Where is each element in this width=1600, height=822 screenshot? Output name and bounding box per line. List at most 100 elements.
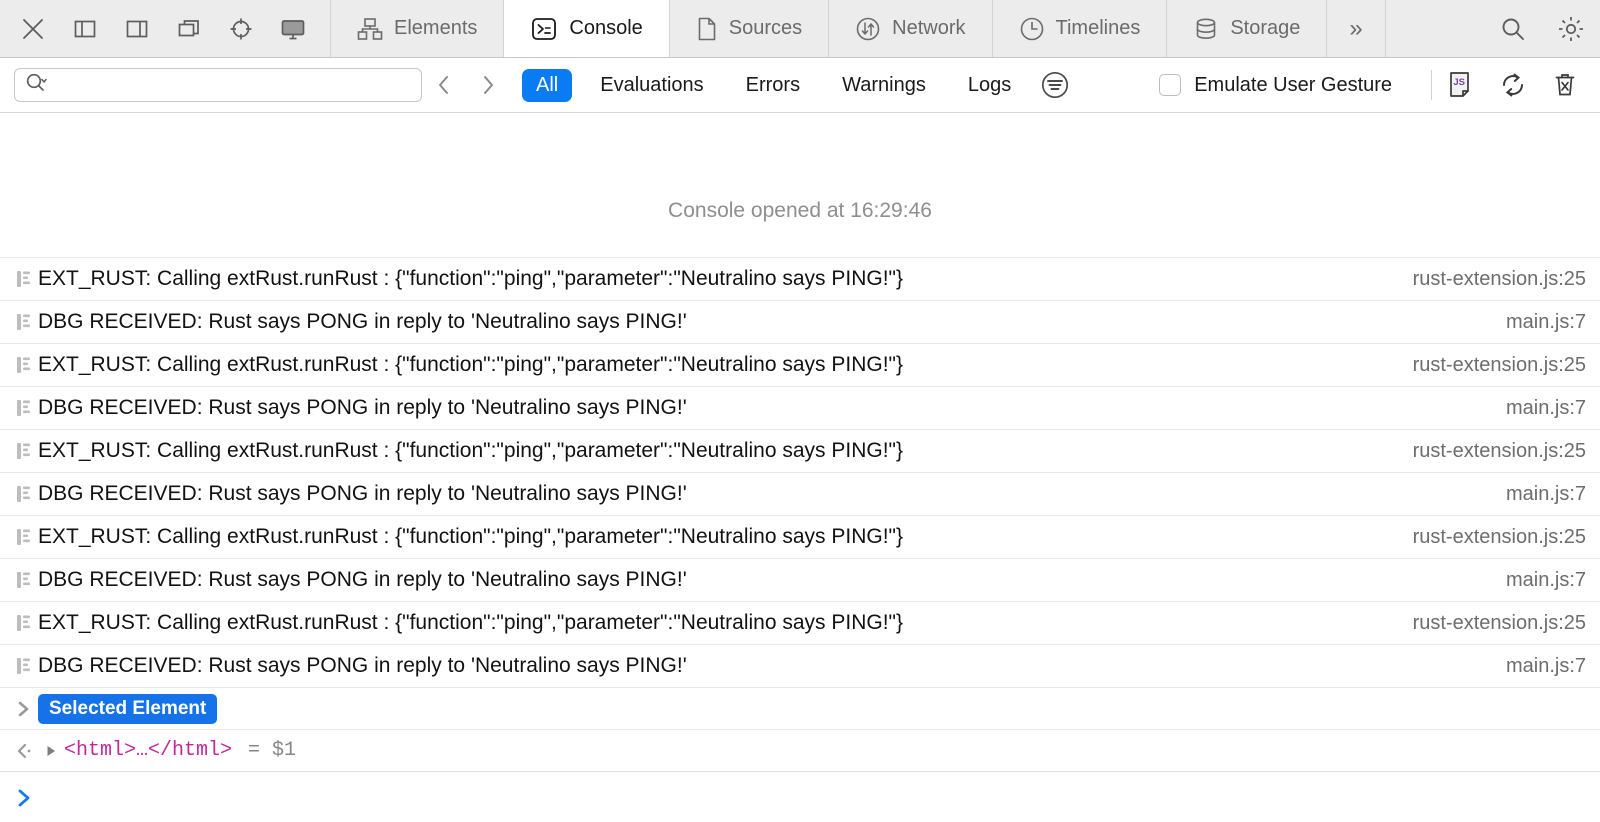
filter-evaluations[interactable]: Evaluations bbox=[586, 69, 717, 102]
log-entry-icon bbox=[10, 269, 38, 289]
console-message-source-link[interactable]: rust-extension.js:25 bbox=[1393, 268, 1586, 291]
svg-text:JS: JS bbox=[1453, 77, 1465, 88]
tab-sources-label: Sources bbox=[728, 17, 803, 39]
search-next-button[interactable] bbox=[466, 63, 510, 107]
search-prev-button[interactable] bbox=[422, 63, 466, 107]
preserve-log-icon[interactable] bbox=[1498, 70, 1528, 100]
console-message-text: EXT_RUST: Calling extRust.runRust : {"fu… bbox=[38, 525, 903, 548]
console-message-row[interactable]: DBG RECEIVED: Rust says PONG in reply to… bbox=[0, 386, 1600, 429]
tabs-overflow-button[interactable]: » bbox=[1327, 0, 1386, 57]
console-message-text: EXT_RUST: Calling extRust.runRust : {"fu… bbox=[38, 439, 903, 462]
tab-network-label: Network bbox=[892, 17, 966, 39]
log-entry-icon bbox=[10, 441, 38, 461]
tab-timelines-label: Timelines bbox=[1055, 17, 1141, 39]
tab-console[interactable]: Console bbox=[504, 0, 670, 57]
log-level-filters: All Evaluations Errors Warnings Logs bbox=[520, 68, 1027, 102]
result-html-node[interactable]: <html>…</html> bbox=[64, 739, 232, 762]
search-icon bbox=[25, 72, 49, 99]
dock-left-icon[interactable] bbox=[70, 14, 100, 44]
disclosure-triangle-icon[interactable] bbox=[38, 743, 64, 759]
console-message-source-link[interactable]: main.js:7 bbox=[1486, 569, 1586, 592]
log-entry-icon bbox=[10, 484, 38, 504]
console-message-text: DBG RECEIVED: Rust says PONG in reply to… bbox=[38, 482, 687, 505]
inspect-element-icon[interactable] bbox=[226, 14, 256, 44]
console-message-text: EXT_RUST: Calling extRust.runRust : {"fu… bbox=[38, 611, 903, 634]
tab-storage-label: Storage bbox=[1230, 17, 1301, 39]
console-message-text: DBG RECEIVED: Rust says PONG in reply to… bbox=[38, 396, 687, 419]
console-message-text: EXT_RUST: Calling extRust.runRust : {"fu… bbox=[38, 353, 903, 376]
filter-errors[interactable]: Errors bbox=[732, 69, 814, 102]
console-message-row[interactable]: DBG RECEIVED: Rust says PONG in reply to… bbox=[0, 644, 1600, 687]
chevron-right-icon[interactable] bbox=[10, 699, 38, 719]
tab-elements[interactable]: Elements bbox=[331, 0, 505, 57]
console-actions: JS bbox=[1446, 70, 1586, 100]
tab-storage[interactable]: Storage bbox=[1167, 0, 1328, 57]
gear-icon[interactable] bbox=[1542, 0, 1600, 58]
evaluation-result-icon bbox=[10, 741, 38, 761]
prompt-chevron-icon bbox=[10, 787, 38, 809]
console-message-row[interactable]: EXT_RUST: Calling extRust.runRust : {"fu… bbox=[0, 343, 1600, 386]
console-message-row[interactable]: DBG RECEIVED: Rust says PONG in reply to… bbox=[0, 472, 1600, 515]
emulate-user-gesture-toggle[interactable]: Emulate User Gesture bbox=[1159, 74, 1392, 97]
console-message-source-link[interactable]: rust-extension.js:25 bbox=[1393, 354, 1586, 377]
toolbar-divider bbox=[1431, 70, 1432, 100]
console-message-source-link[interactable]: main.js:7 bbox=[1486, 397, 1586, 420]
log-entry-icon bbox=[10, 570, 38, 590]
console-message-source-link[interactable]: main.js:7 bbox=[1486, 311, 1586, 334]
emulate-user-gesture-label: Emulate User Gesture bbox=[1194, 73, 1393, 96]
dock-right-icon[interactable] bbox=[122, 14, 152, 44]
console-message-row[interactable]: DBG RECEIVED: Rust says PONG in reply to… bbox=[0, 300, 1600, 343]
result-variable-binding: = $1 bbox=[248, 739, 297, 762]
search-icon[interactable] bbox=[1484, 0, 1542, 58]
elements-icon bbox=[357, 17, 383, 41]
dock-window-icon[interactable] bbox=[174, 14, 204, 44]
console-message-source-link[interactable]: rust-extension.js:25 bbox=[1393, 526, 1586, 549]
log-entry-icon bbox=[10, 398, 38, 418]
console-message-row[interactable]: EXT_RUST: Calling extRust.runRust : {"fu… bbox=[0, 257, 1600, 300]
console-filter-bar: All Evaluations Errors Warnings Logs Emu… bbox=[0, 58, 1600, 113]
log-entry-icon bbox=[10, 527, 38, 547]
console-message-source-link[interactable]: rust-extension.js:25 bbox=[1393, 440, 1586, 463]
console-icon bbox=[530, 16, 558, 42]
tab-sources[interactable]: Sources bbox=[670, 0, 830, 57]
tab-elements-label: Elements bbox=[394, 17, 478, 39]
filter-logs[interactable]: Logs bbox=[954, 69, 1025, 102]
tab-console-label: Console bbox=[569, 17, 643, 39]
console-message-row[interactable]: EXT_RUST: Calling extRust.runRust : {"fu… bbox=[0, 429, 1600, 472]
console-message-row[interactable]: DBG RECEIVED: Rust says PONG in reply to… bbox=[0, 558, 1600, 601]
network-icon bbox=[855, 16, 881, 42]
chevron-double-right-icon: » bbox=[1349, 14, 1363, 42]
console-message-text: DBG RECEIVED: Rust says PONG in reply to… bbox=[38, 310, 687, 333]
tab-timelines[interactable]: Timelines bbox=[993, 0, 1168, 57]
console-message-row[interactable]: EXT_RUST: Calling extRust.runRust : {"fu… bbox=[0, 601, 1600, 644]
inspector-tabs: Elements Console Sources Network Timelin bbox=[331, 0, 1484, 57]
close-icon[interactable] bbox=[18, 14, 48, 44]
console-message-text: EXT_RUST: Calling extRust.runRust : {"fu… bbox=[38, 267, 903, 290]
console-message-source-link[interactable]: main.js:7 bbox=[1486, 483, 1586, 506]
console-message-row[interactable]: EXT_RUST: Calling extRust.runRust : {"fu… bbox=[0, 515, 1600, 558]
log-entry-icon bbox=[10, 355, 38, 375]
console-message-source-link[interactable]: main.js:7 bbox=[1486, 655, 1586, 678]
message-grouping-icon[interactable] bbox=[1039, 69, 1071, 101]
console-result-row[interactable]: <html>…</html> = $1 bbox=[0, 729, 1600, 771]
console-prompt-input[interactable] bbox=[38, 786, 1586, 809]
clear-console-icon[interactable] bbox=[1550, 70, 1580, 100]
timelines-icon bbox=[1019, 16, 1045, 42]
console-message-text: DBG RECEIVED: Rust says PONG in reply to… bbox=[38, 654, 687, 677]
device-icon[interactable] bbox=[278, 14, 308, 44]
log-entry-icon bbox=[10, 312, 38, 332]
js-context-icon[interactable]: JS bbox=[1446, 70, 1476, 100]
search-input[interactable] bbox=[53, 76, 411, 94]
filter-all[interactable]: All bbox=[522, 68, 573, 102]
console-opened-notice: Console opened at 16:29:46 bbox=[668, 199, 932, 222]
console-message-area[interactable]: Console opened at 16:29:46 EXT_RUST: Cal… bbox=[0, 113, 1600, 821]
console-message-source-link[interactable]: rust-extension.js:25 bbox=[1393, 612, 1586, 635]
console-evaluation-row[interactable]: Selected Element bbox=[0, 687, 1600, 729]
filter-warnings[interactable]: Warnings bbox=[828, 69, 940, 102]
tab-network[interactable]: Network bbox=[829, 0, 993, 57]
toolbar-right-controls bbox=[1484, 0, 1600, 57]
selected-element-badge: Selected Element bbox=[38, 693, 218, 724]
emulate-user-gesture-checkbox[interactable] bbox=[1159, 74, 1182, 96]
console-search-field[interactable] bbox=[14, 68, 422, 102]
console-prompt-row[interactable] bbox=[0, 771, 1600, 821]
